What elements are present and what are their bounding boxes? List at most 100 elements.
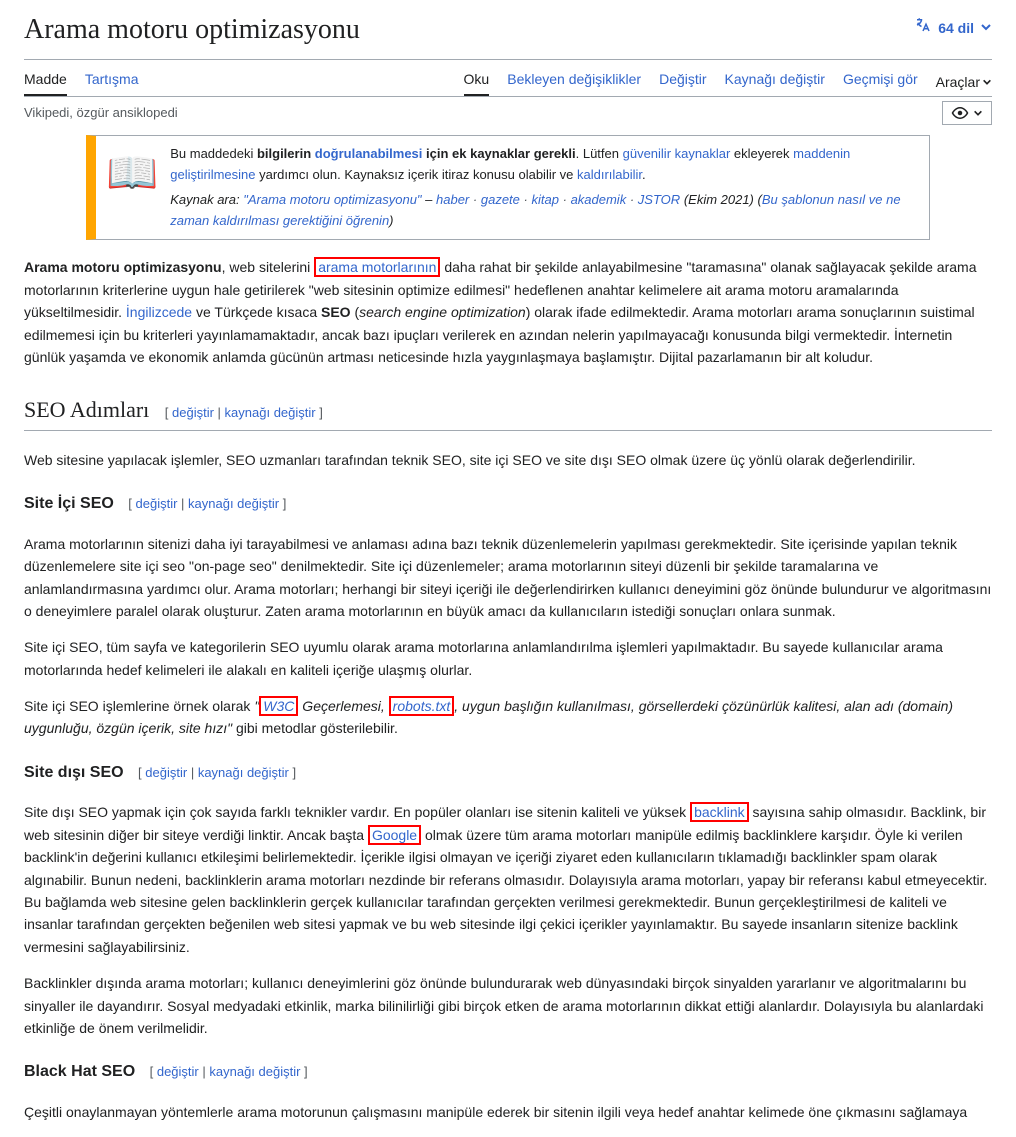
notice-box: 📖 Bu maddedeki bilgilerin doğrulanabilme… — [86, 135, 930, 240]
paragraph-text: Site içi SEO işlemlerine örnek olarak — [24, 698, 254, 714]
site-disi-paragraph-2: Backlinkler dışında arama motorları; kul… — [24, 972, 992, 1039]
heading-seo-steps: SEO Adımları [ değiştir | kaynağı değişt… — [24, 392, 992, 430]
google-link[interactable]: Google — [372, 827, 417, 843]
paragraph-text: olmak üzere tüm arama motorları manipüle… — [24, 827, 987, 955]
search-engines-link[interactable]: arama motorlarının — [318, 259, 436, 275]
separator: | — [199, 1064, 210, 1079]
notice-text: bilgilerin — [257, 146, 315, 161]
blackhat-paragraph: Çeşitli onaylanmayan yöntemlerle arama m… — [24, 1101, 992, 1123]
reliable-sources-link[interactable]: güvenilir kaynaklar — [623, 146, 731, 161]
translate-icon — [914, 16, 932, 40]
seo-abbr: SEO — [321, 304, 351, 320]
separator: | — [187, 765, 198, 780]
source-akademik-link[interactable]: akademik — [571, 192, 627, 207]
notice-text: ekleyerek — [730, 146, 793, 161]
tab-degistir[interactable]: Değiştir — [659, 68, 706, 96]
source-gazete-link[interactable]: gazete — [481, 192, 520, 207]
notice-text: ) — [389, 213, 393, 228]
separator: | — [214, 405, 225, 420]
book-icon: 📖 — [106, 152, 158, 231]
tab-gecmis[interactable]: Geçmişi gör — [843, 68, 918, 96]
seo-steps-paragraph: Web sitesine yapılacak işlemler, SEO uzm… — [24, 449, 992, 471]
notice-text: Kaynak ara: — [170, 192, 243, 207]
backlink-link[interactable]: backlink — [694, 804, 745, 820]
site-ici-paragraph-3: Site içi SEO işlemlerine örnek olarak "W… — [24, 695, 992, 740]
chevron-down-icon — [982, 77, 992, 87]
edit-section: [ değiştir | kaynağı değiştir ] — [138, 765, 296, 780]
bracket: [ — [150, 1064, 157, 1079]
bracket: ] — [300, 1064, 307, 1079]
bracket: ] — [289, 765, 296, 780]
heading-blackhat: Black Hat SEO [ değiştir | kaynağı değiş… — [24, 1059, 992, 1085]
notice-text: Bu maddedeki — [170, 146, 257, 161]
edit-link[interactable]: değiştir — [157, 1064, 199, 1079]
language-count: 64 dil — [938, 17, 974, 39]
separator: | — [177, 496, 188, 511]
bracket: [ — [165, 405, 172, 420]
chevron-down-icon — [980, 17, 992, 39]
notice-text: ( — [754, 192, 762, 207]
tools-label: Araçlar — [936, 71, 980, 93]
verifiability-link[interactable]: doğrulanabilmesi — [315, 146, 423, 161]
site-ici-paragraph-2: Site içi SEO, tüm sayfa ve kategorilerin… — [24, 636, 992, 681]
notice-sources: Kaynak ara: "Arama motoru optimizasyonu"… — [170, 190, 919, 232]
notice-text: yardımcı olun. Kaynaksız içerik itiraz k… — [255, 167, 577, 182]
edit-section: [ değiştir | kaynağı değiştir ] — [150, 1064, 308, 1079]
heading-text: Site İçi SEO — [24, 495, 114, 512]
notice-text: . Lütfen — [576, 146, 623, 161]
notice-text: . — [642, 167, 646, 182]
bracket: [ — [128, 496, 135, 511]
edit-section: [ değiştir | kaynağı değiştir ] — [165, 405, 323, 420]
intro-paragraph: Arama motoru optimizasyonu, web siteleri… — [24, 256, 992, 368]
robots-link[interactable]: robots.txt — [393, 698, 451, 714]
heading-text: Site dışı SEO — [24, 764, 124, 781]
paragraph-text: Site dışı SEO yapmak için çok sayıda far… — [24, 804, 690, 820]
source-haber-link[interactable]: haber — [436, 192, 469, 207]
tab-oku[interactable]: Oku — [464, 68, 490, 96]
tab-madde[interactable]: Madde — [24, 68, 67, 96]
intro-bold: Arama motoru optimizasyonu — [24, 259, 222, 275]
edit-link[interactable]: değiştir — [145, 765, 187, 780]
separator-dot: · — [524, 192, 528, 207]
edit-link[interactable]: değiştir — [136, 496, 178, 511]
paragraph-text: gibi metodlar gösterilebilir. — [232, 720, 398, 736]
heading-site-disi: Site dışı SEO [ değiştir | kaynağı değiş… — [24, 760, 992, 786]
edit-source-link[interactable]: kaynağı değiştir — [198, 765, 289, 780]
separator-dot: · — [563, 192, 567, 207]
separator-dot: · — [473, 192, 477, 207]
search-source-title-link[interactable]: "Arama motoru optimizasyonu" — [243, 192, 421, 207]
source-kitap-link[interactable]: kitap — [532, 192, 559, 207]
source-jstor-link[interactable]: JSTOR — [638, 192, 680, 207]
page-title: Arama motoru optimizasyonu — [24, 8, 360, 53]
intro-text: , web sitelerini — [222, 259, 315, 275]
seo-longform: search engine optimization — [359, 304, 526, 320]
bracket: ] — [279, 496, 286, 511]
edit-section: [ değiştir | kaynağı değiştir ] — [128, 496, 286, 511]
edit-source-link[interactable]: kaynağı değiştir — [188, 496, 279, 511]
english-link[interactable]: İngilizcede — [126, 304, 192, 320]
tab-tartisma[interactable]: Tartışma — [85, 68, 139, 96]
notice-text: – — [422, 192, 436, 207]
heading-text: Black Hat SEO — [24, 1063, 135, 1080]
edit-source-link[interactable]: kaynağı değiştir — [225, 405, 316, 420]
site-subtitle: Vikipedi, özgür ansiklopedi — [24, 103, 178, 124]
site-ici-paragraph-1: Arama motorlarının sitenizi daha iyi tar… — [24, 533, 992, 623]
edit-source-link[interactable]: kaynağı değiştir — [209, 1064, 300, 1079]
visibility-dropdown[interactable] — [942, 101, 992, 125]
tab-bekleyen[interactable]: Bekleyen değişiklikler — [507, 68, 641, 96]
language-selector[interactable]: 64 dil — [914, 16, 992, 40]
w3c-link[interactable]: W3C — [263, 698, 294, 714]
notice-content: Bu maddedeki bilgilerin doğrulanabilmesi… — [170, 144, 919, 231]
heading-site-ici: Site İçi SEO [ değiştir | kaynağı değişt… — [24, 491, 992, 517]
site-disi-paragraph-1: Site dışı SEO yapmak için çok sayıda far… — [24, 801, 992, 958]
edit-link[interactable]: değiştir — [172, 405, 214, 420]
heading-text: SEO Adımları — [24, 397, 149, 422]
eye-icon — [951, 104, 969, 122]
intro-text: ve Türkçede kısaca — [192, 304, 321, 320]
notice-date: (Ekim 2021) — [684, 192, 754, 207]
tools-dropdown[interactable]: Araçlar — [936, 68, 992, 96]
tab-kaynagi[interactable]: Kaynağı değiştir — [725, 68, 825, 96]
bracket: ] — [316, 405, 323, 420]
removal-link[interactable]: kaldırılabilir — [577, 167, 642, 182]
chevron-down-icon — [973, 108, 983, 118]
